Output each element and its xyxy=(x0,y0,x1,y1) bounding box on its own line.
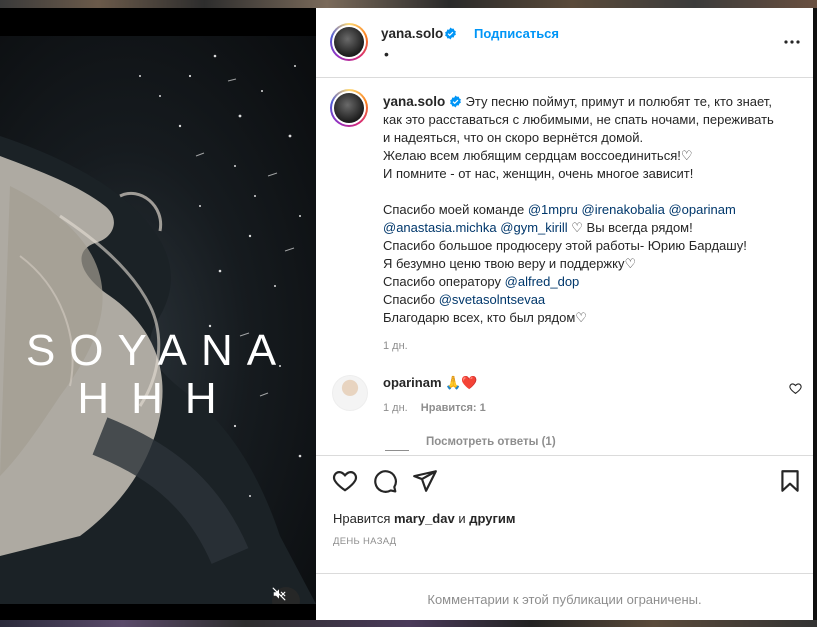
post-media: SOYANA HHH xyxy=(0,8,316,620)
caption-timestamp[interactable]: 1 дн. xyxy=(383,340,408,352)
author-username[interactable]: yana.solo xyxy=(381,26,443,41)
caption-line: Я безумно ценю твою веру и поддержку♡ xyxy=(383,256,637,271)
video-frame-art xyxy=(0,54,316,604)
comment-bubble-icon[interactable] xyxy=(372,468,398,494)
comment-timestamp[interactable]: 1 дн. xyxy=(383,402,408,414)
caption-line: Благодарю всех, кто был рядом♡ xyxy=(383,310,587,325)
caption-operator-prefix: Спасибо оператору xyxy=(383,274,502,289)
comment: oparinam 🙏❤️ xyxy=(383,375,478,391)
background-feed-strip-bottom xyxy=(0,620,817,627)
follow-button[interactable]: Подписаться xyxy=(474,26,559,41)
likes-others-link[interactable]: другим xyxy=(469,511,515,526)
actions-divider xyxy=(316,455,813,457)
commenter-avatar[interactable] xyxy=(332,375,368,411)
author-avatar[interactable] xyxy=(330,23,368,61)
mention-link[interactable]: @1mpru xyxy=(528,202,578,217)
caption-thanks-suffix: ♡ Вы всегда рядом! xyxy=(571,220,693,235)
background-feed-strip-top xyxy=(0,0,817,8)
caption-avatar[interactable] xyxy=(330,89,368,127)
mention-link[interactable]: @anastasia.michka xyxy=(383,220,497,235)
like-heart-icon[interactable] xyxy=(332,468,358,494)
comment-likes[interactable]: Нравится: 1 xyxy=(421,402,486,414)
video-title-line2: HHH xyxy=(77,374,239,423)
more-options-icon[interactable] xyxy=(780,30,804,54)
comments-restricted-notice: Комментарии к этой публикации ограничены… xyxy=(427,592,702,607)
likes-connector: и xyxy=(458,511,466,526)
caption-line: И помните - от нас, женщин, очень многое… xyxy=(383,166,694,181)
share-paper-plane-icon[interactable] xyxy=(412,468,438,494)
mention-link[interactable]: @oparinam xyxy=(668,202,735,217)
likes-summary: Нравится mary_dav и другим xyxy=(333,511,516,526)
comment-meta: 1 дн. Нравится: 1 xyxy=(383,402,486,414)
caption-username[interactable]: yana.solo xyxy=(383,94,445,109)
mention-link[interactable]: @gym_kirill xyxy=(500,220,567,235)
replies-divider-line xyxy=(385,450,409,451)
mention-link[interactable]: @alfred_dop xyxy=(505,274,580,289)
mention-link[interactable]: @irenakobalia xyxy=(582,202,665,217)
caption: yana.solo Эту песню поймут, примут и пол… xyxy=(383,93,778,355)
post-header: yana.solo Подписаться • xyxy=(316,8,813,78)
save-bookmark-icon[interactable] xyxy=(777,468,803,494)
view-replies-button[interactable]: Посмотреть ответы (1) xyxy=(426,436,556,448)
comments-divider xyxy=(316,573,813,574)
verified-badge-icon xyxy=(450,95,461,108)
video-player[interactable]: SOYANA HHH xyxy=(0,36,316,604)
header-bullet: • xyxy=(384,46,389,62)
caption-thanks-prefix: Спасибо xyxy=(383,292,436,307)
comment-like-heart-icon[interactable] xyxy=(789,382,802,395)
video-title-line1: SOYANA xyxy=(25,326,291,375)
verified-badge-icon xyxy=(445,27,456,40)
caption-line: Желаю всем любящим сердцам воссоединитьс… xyxy=(383,148,693,163)
caption-thanks-team: Спасибо моей команде xyxy=(383,202,525,217)
comment-text: 🙏❤️ xyxy=(445,375,478,390)
muted-speaker-icon xyxy=(272,587,286,601)
commenter-username[interactable]: oparinam xyxy=(383,375,442,390)
likes-prefix: Нравится xyxy=(333,511,391,526)
mention-link[interactable]: @svetasolntsevaa xyxy=(439,292,545,307)
post-details-panel: yana.solo Подписаться • yana.solo Эту пе… xyxy=(316,8,813,620)
post-timestamp[interactable]: ДЕНЬ НАЗАД xyxy=(333,536,396,547)
caption-line: Спасибо большое продюсеру этой работы- Ю… xyxy=(383,238,747,253)
liker-username[interactable]: mary_dav xyxy=(394,511,455,526)
